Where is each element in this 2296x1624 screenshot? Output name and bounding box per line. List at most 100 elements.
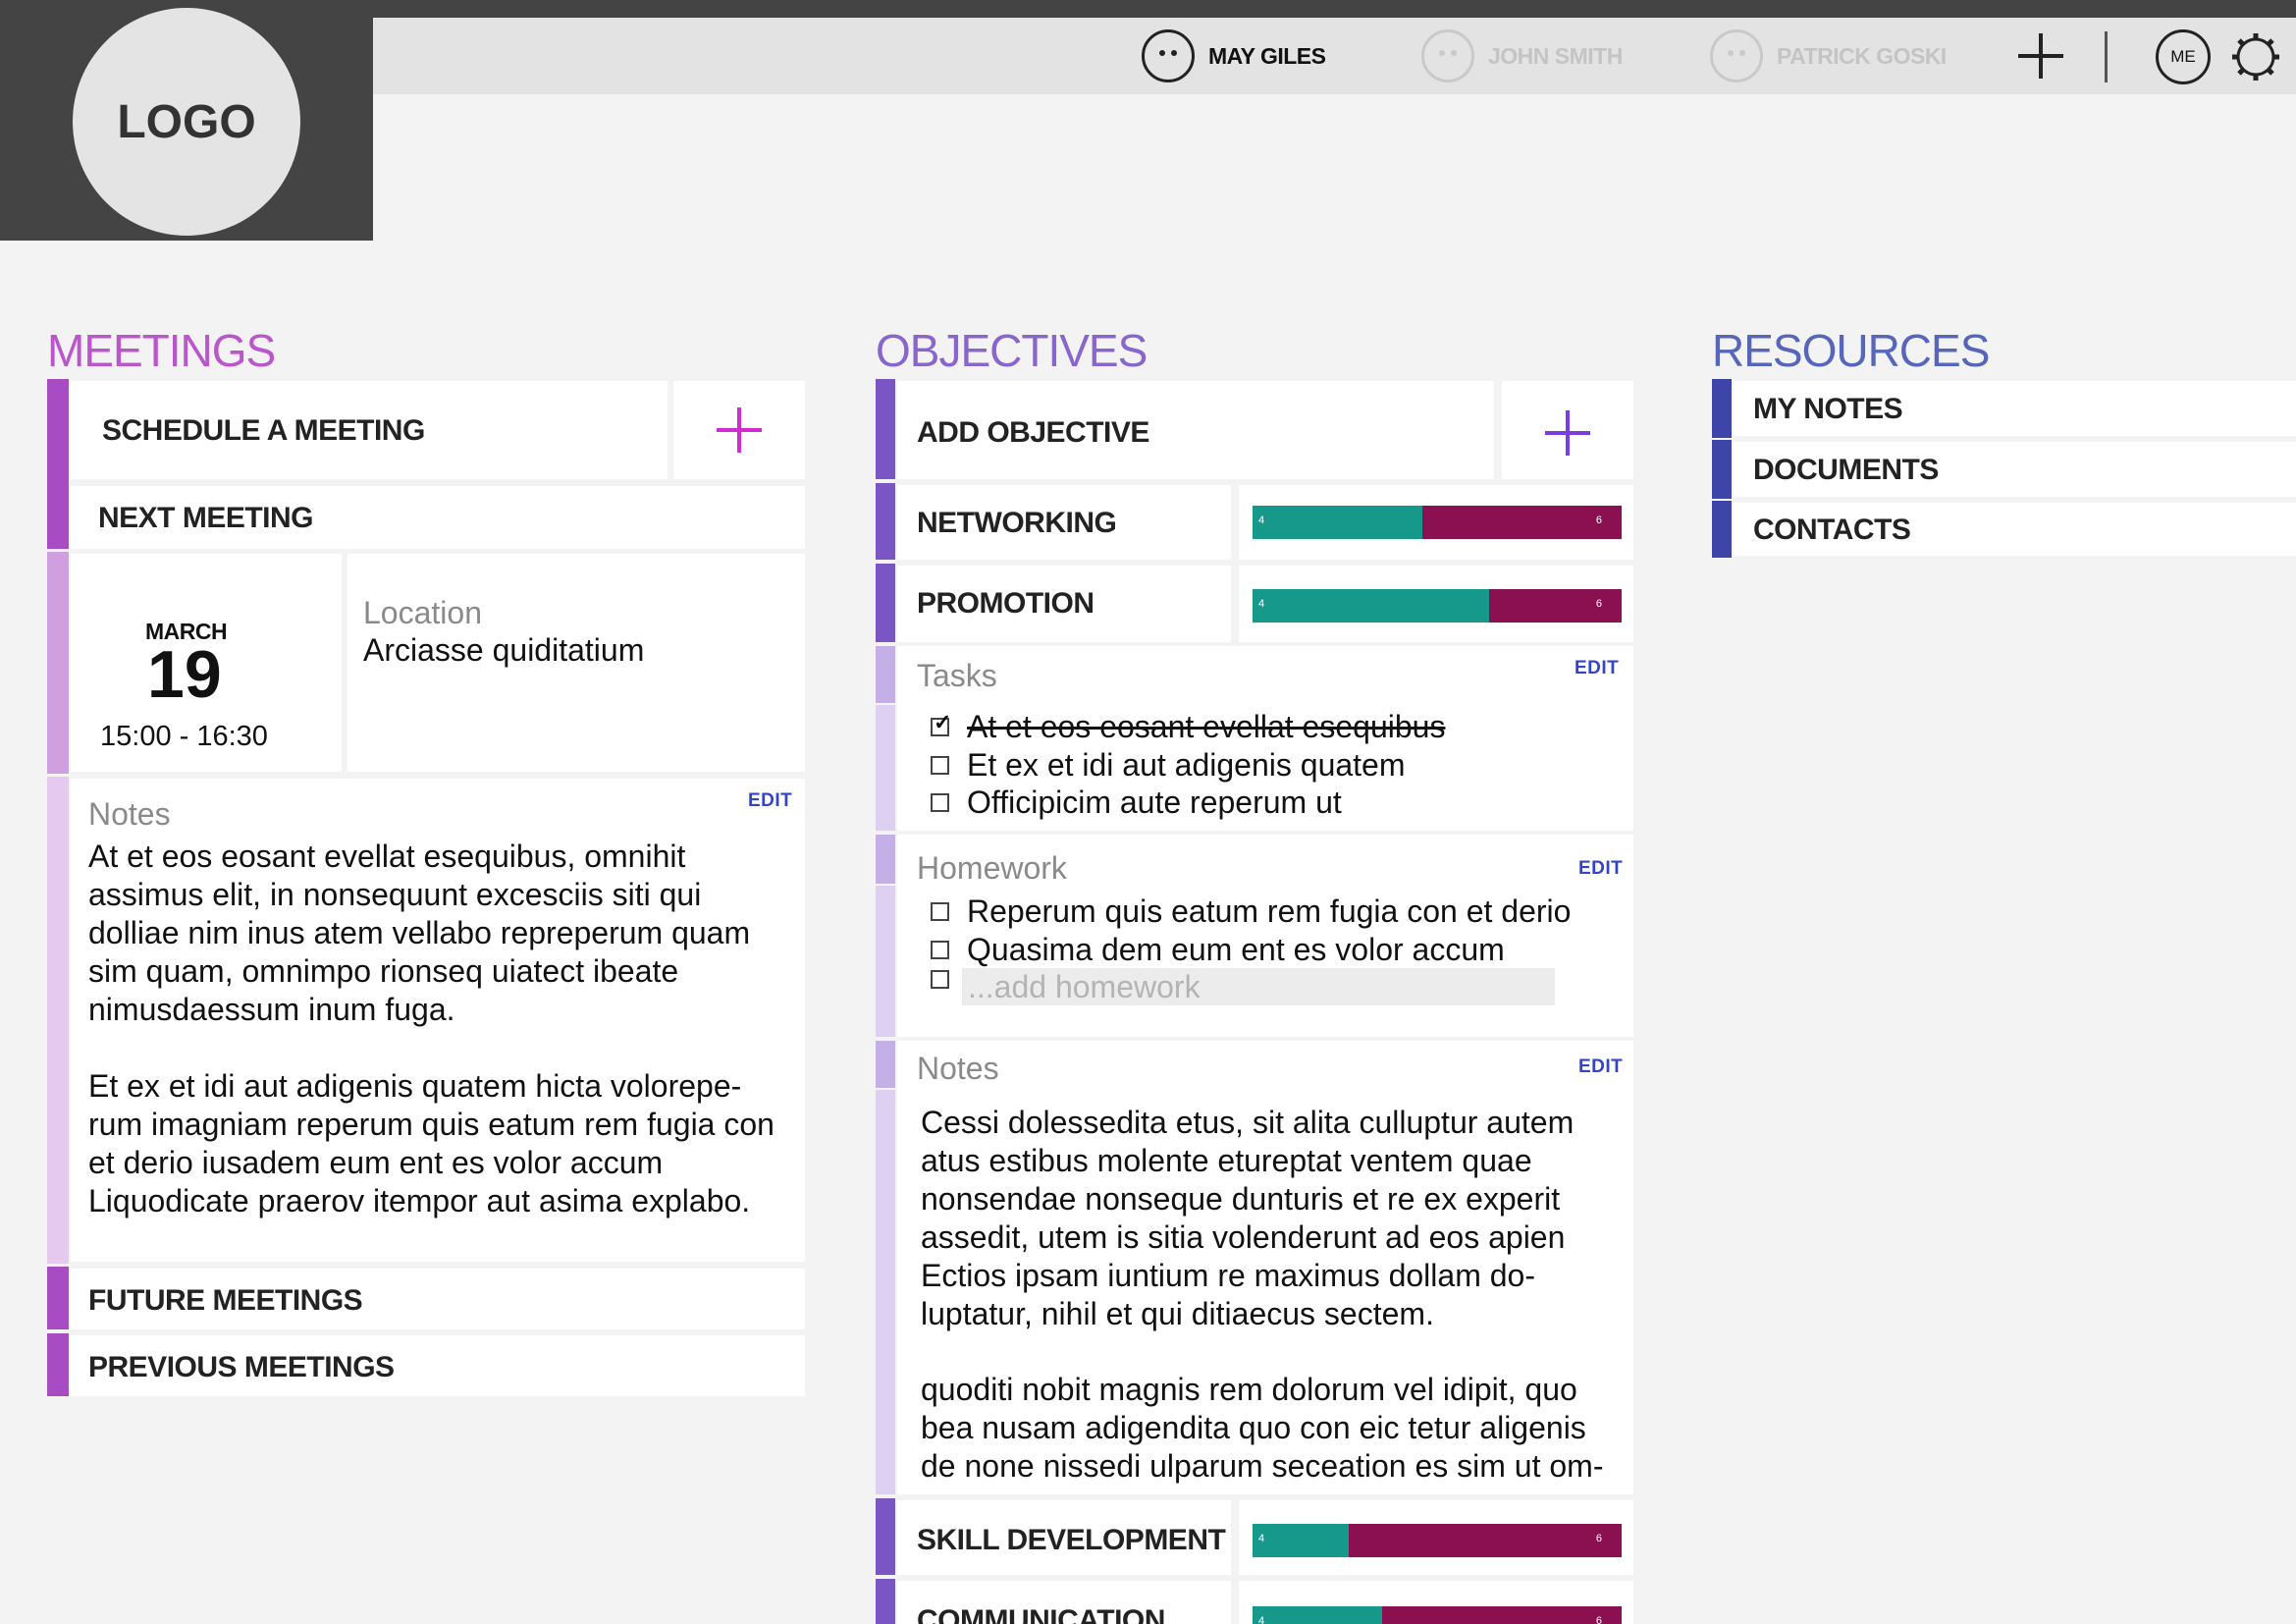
top-bar <box>373 18 2296 94</box>
tasks-card: Tasks EDIT At et eos eosant evellat eseq… <box>897 646 1633 831</box>
objective-notes-p2: quoditi nobit magnis rem dolorum vel idi… <box>921 1372 1604 1484</box>
objective-skill-progress-cell: 4 6 <box>1239 1500 1633 1575</box>
add-user-plus-icon[interactable] <box>2018 33 2063 79</box>
future-meetings-button[interactable]: FUTURE MEETINGS <box>71 1269 805 1329</box>
checkbox-checked-icon[interactable] <box>931 710 951 736</box>
meetings-title: MEETINGS <box>47 325 276 376</box>
promotion-accent <box>876 564 895 642</box>
homework-text: Reperum quis eatum rem fugia con et deri… <box>967 893 1572 929</box>
add-objective-button[interactable]: ADD OBJECTIVE <box>897 381 1494 479</box>
homework-item[interactable]: Quasima dem eum ent es volor accum <box>931 932 1505 968</box>
progress-todo: 6 <box>1348 1524 1622 1557</box>
edit-notes-button[interactable]: EDIT <box>1578 1056 1623 1078</box>
homework-item[interactable]: Reperum quis eatum rem fugia con et deri… <box>931 893 1571 930</box>
task-text: At et eos eosant evellat esequibus <box>967 709 1446 744</box>
add-homework-input[interactable]: ...add homework <box>962 968 1555 1005</box>
checkbox-icon[interactable] <box>931 793 949 812</box>
tasks-accent <box>876 646 895 703</box>
notes-accent <box>47 777 69 1264</box>
objective-promotion[interactable]: PROMOTION <box>897 566 1231 642</box>
resource-documents[interactable]: DOCUMENTS <box>1734 442 2296 497</box>
user-name: PATRICK GOSKI <box>1777 42 1947 69</box>
todo-count: 6 <box>1595 1615 1602 1624</box>
gear-icon[interactable] <box>2230 31 2281 82</box>
add-objective-plus[interactable] <box>1502 381 1633 479</box>
meeting-notes-p2: Et ex et idi aut adigenis quatem hicta v… <box>88 1068 774 1218</box>
add-objective-label: ADD OBJECTIVE <box>917 416 1149 449</box>
objective-skill-development[interactable]: SKILL DEVELOPMENT <box>897 1500 1231 1575</box>
objectives-title: OBJECTIVES <box>876 325 1148 376</box>
task-item[interactable]: Et ex et idi aut adigenis quatem <box>931 747 1406 784</box>
checkbox-icon[interactable] <box>931 902 949 921</box>
previous-meetings-label: PREVIOUS MEETINGS <box>88 1351 395 1383</box>
location-label: Location <box>363 595 482 630</box>
previous-accent <box>47 1333 69 1396</box>
meetings-accent-bar <box>47 379 69 549</box>
user-may-giles[interactable]: MAY GILES <box>1142 29 1326 82</box>
done-count: 4 <box>1258 598 1265 610</box>
edit-homework-button[interactable]: EDIT <box>1578 858 1623 880</box>
resource-my-notes[interactable]: MY NOTES <box>1734 381 2296 436</box>
face-icon <box>1710 29 1763 82</box>
homework-text: Quasima dem eum ent es volor accum <box>967 932 1505 967</box>
progress-todo: 6 <box>1381 1606 1622 1624</box>
objective-networking-progress-cell: 4 6 <box>1239 485 1633 560</box>
communication-accent <box>876 1579 895 1624</box>
objective-label: NETWORKING <box>917 507 1117 539</box>
done-count: 4 <box>1258 1615 1265 1624</box>
homework-accent-light <box>876 886 895 1037</box>
objective-networking[interactable]: NETWORKING <box>897 485 1231 560</box>
progress-bar: 4 6 <box>1253 589 1622 623</box>
done-count: 4 <box>1258 1533 1265 1544</box>
meeting-date-card: MARCH 19 15:00 - 16:30 <box>71 554 342 772</box>
obj-notes-accent <box>876 1041 895 1088</box>
objective-notes-p1: Cessi dolessedita etus, sit alita cullup… <box>921 1105 1575 1331</box>
progress-done: 4 <box>1253 589 1489 623</box>
objective-promotion-progress-cell: 4 6 <box>1239 566 1633 642</box>
schedule-meeting-label: SCHEDULE A MEETING <box>102 414 425 447</box>
next-meeting-label: NEXT MEETING <box>98 502 314 534</box>
homework-label: Homework <box>917 850 1067 886</box>
user-john-smith[interactable]: JOHN SMITH <box>1421 29 1623 82</box>
homework-card: Homework EDIT Reperum quis eatum rem fug… <box>897 835 1633 1037</box>
logo-block: LOGO <box>0 0 373 241</box>
objective-communication[interactable]: COMMUNICATION <box>897 1581 1231 1624</box>
contacts-accent <box>1712 501 1732 558</box>
task-text: Et ex et idi aut adigenis quatem <box>967 747 1406 783</box>
location-value: Arciasse quiditatium <box>363 632 645 668</box>
objective-label: PROMOTION <box>917 587 1095 620</box>
checkbox-icon[interactable] <box>931 970 949 989</box>
resources-title: RESOURCES <box>1712 325 1990 376</box>
checkbox-icon[interactable] <box>931 756 949 775</box>
resource-contacts[interactable]: CONTACTS <box>1734 503 2296 556</box>
objective-notes-card: Notes EDIT Cessi dolessedita etus, sit a… <box>897 1041 1633 1494</box>
todo-count: 6 <box>1595 514 1602 526</box>
task-item[interactable]: Officipicim aute reperum ut <box>931 785 1342 821</box>
user-name: JOHN SMITH <box>1488 42 1623 69</box>
edit-notes-button[interactable]: EDIT <box>748 790 792 812</box>
schedule-meeting-button[interactable]: SCHEDULE A MEETING <box>71 381 667 479</box>
user-patrick-goski[interactable]: PATRICK GOSKI <box>1710 29 1947 82</box>
me-button[interactable]: ME <box>2156 29 2211 84</box>
resource-label: MY NOTES <box>1753 393 1903 425</box>
checkbox-icon[interactable] <box>931 941 949 959</box>
progress-done: 4 <box>1253 506 1422 539</box>
my-notes-accent <box>1712 379 1732 438</box>
logo[interactable]: LOGO <box>73 8 300 236</box>
tasks-label: Tasks <box>917 658 997 693</box>
next-meeting-header[interactable]: NEXT MEETING <box>71 486 805 549</box>
progress-todo: 6 <box>1421 506 1622 539</box>
notes-label: Notes <box>88 796 171 832</box>
progress-bar: 4 6 <box>1253 1524 1622 1557</box>
documents-accent <box>1712 440 1732 499</box>
task-item[interactable]: At et eos eosant evellat esequibus <box>931 709 1445 745</box>
resource-label: DOCUMENTS <box>1753 454 1939 486</box>
progress-done: 4 <box>1253 1606 1382 1624</box>
previous-meetings-button[interactable]: PREVIOUS MEETINGS <box>71 1335 805 1396</box>
edit-tasks-button[interactable]: EDIT <box>1575 658 1619 679</box>
resource-label: CONTACTS <box>1753 514 1911 546</box>
done-count: 4 <box>1258 514 1265 526</box>
future-meetings-label: FUTURE MEETINGS <box>88 1284 363 1317</box>
schedule-meeting-add[interactable] <box>673 381 805 479</box>
add-objective-accent <box>876 379 895 479</box>
